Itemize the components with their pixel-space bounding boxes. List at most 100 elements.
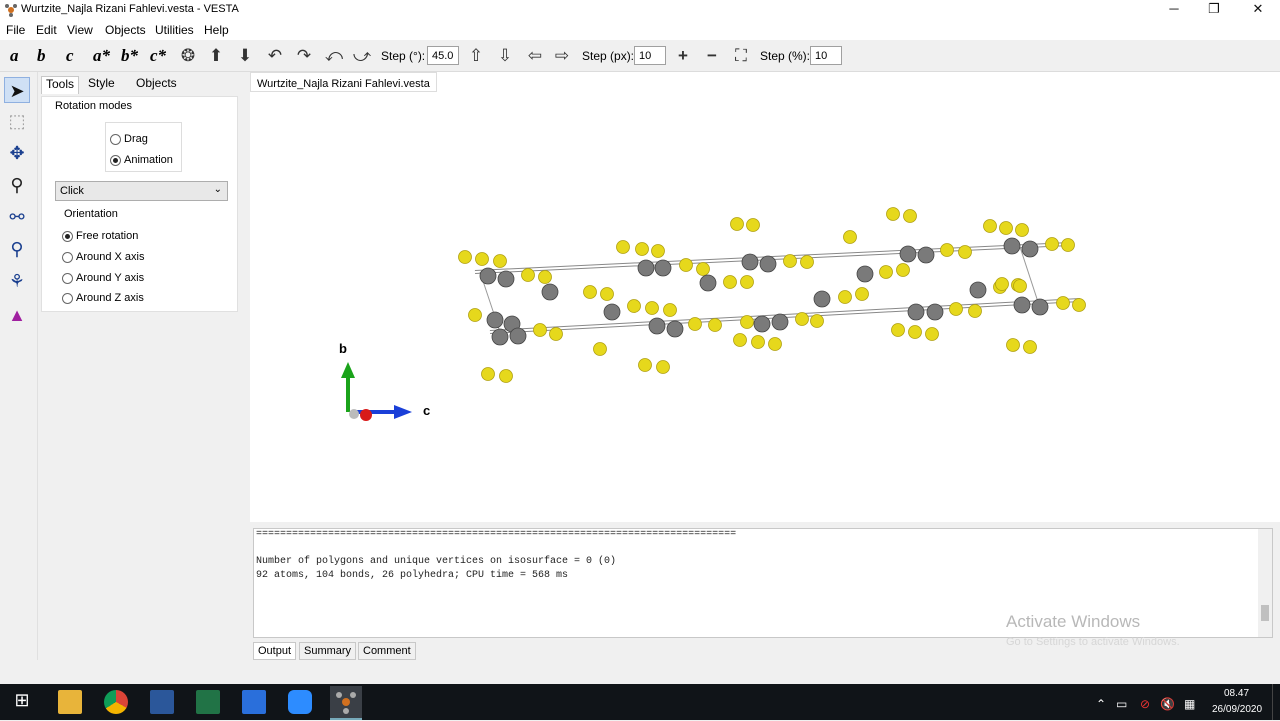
sulfur-atom[interactable] xyxy=(1061,238,1075,252)
sulfur-atom[interactable] xyxy=(708,318,722,332)
zinc-atom[interactable] xyxy=(497,270,515,288)
word-icon[interactable] xyxy=(150,690,174,714)
sulfur-atom[interactable] xyxy=(521,268,535,282)
zinc-atom[interactable] xyxy=(741,253,759,271)
tray-language-icon[interactable]: ▦ xyxy=(1184,697,1195,711)
rotate-left-icon[interactable]: ↶ xyxy=(265,46,285,66)
sulfur-atom[interactable] xyxy=(751,335,765,349)
windows-start-icon[interactable]: ⊞ xyxy=(10,690,34,714)
sulfur-atom[interactable] xyxy=(903,209,917,223)
sulfur-atom[interactable] xyxy=(696,262,710,276)
free-rotation-radio[interactable] xyxy=(62,231,73,242)
select-tool-icon[interactable]: ➤ xyxy=(4,77,30,103)
around-z-radio[interactable] xyxy=(62,293,73,304)
minimize-button[interactable]: ─ xyxy=(1156,0,1192,20)
sulfur-atom[interactable] xyxy=(983,219,997,233)
document-tab[interactable]: Wurtzite_Najla Rizani Fahlevi.vesta xyxy=(250,72,437,92)
vesta-taskbar-icon[interactable] xyxy=(330,686,362,720)
sulfur-atom[interactable] xyxy=(1015,223,1029,237)
view-along-a-star-button[interactable]: a* xyxy=(93,46,110,66)
tab-tools[interactable]: Tools xyxy=(41,76,80,94)
tab-comment[interactable]: Comment xyxy=(358,642,416,660)
menu-view[interactable]: View xyxy=(67,23,93,37)
sulfur-atom[interactable] xyxy=(533,323,547,337)
view-along-a-button[interactable]: a xyxy=(10,46,19,66)
select-region-icon[interactable]: ⬚ xyxy=(4,108,30,134)
view-along-b-star-button[interactable]: b* xyxy=(121,46,138,66)
restore-button[interactable]: ❐ xyxy=(1196,0,1232,20)
sulfur-atom[interactable] xyxy=(538,270,552,284)
zinc-atom[interactable] xyxy=(771,313,789,331)
rotate-down-icon[interactable]: ⬇ xyxy=(235,46,255,66)
dihedral-tool-icon[interactable]: ⚘ xyxy=(4,268,30,294)
document-app-icon[interactable] xyxy=(242,690,266,714)
sulfur-atom[interactable] xyxy=(886,207,900,221)
sulfur-atom[interactable] xyxy=(949,302,963,316)
menu-help[interactable]: Help xyxy=(204,23,229,37)
zinc-atom[interactable] xyxy=(509,327,527,345)
zoom-out-icon[interactable]: − xyxy=(702,46,722,66)
sulfur-atom[interactable] xyxy=(481,367,495,381)
sulfur-atom[interactable] xyxy=(733,333,747,347)
sulfur-atom[interactable] xyxy=(1056,296,1070,310)
around-x-radio[interactable] xyxy=(62,252,73,263)
sulfur-atom[interactable] xyxy=(723,275,737,289)
close-button[interactable]: ✕ xyxy=(1240,0,1276,20)
excel-icon[interactable] xyxy=(196,690,220,714)
step-pct-input[interactable] xyxy=(810,46,842,65)
sulfur-atom[interactable] xyxy=(740,315,754,329)
view-along-c-button[interactable]: c xyxy=(66,46,74,66)
menu-utilities[interactable]: Utilities xyxy=(155,23,194,37)
sulfur-atom[interactable] xyxy=(730,217,744,231)
sulfur-atom[interactable] xyxy=(843,230,857,244)
sulfur-atom[interactable] xyxy=(800,255,814,269)
step-px-input[interactable] xyxy=(634,46,666,65)
translate-up-icon[interactable]: ⇧ xyxy=(466,46,486,66)
zinc-atom[interactable] xyxy=(1031,298,1049,316)
sulfur-atom[interactable] xyxy=(896,263,910,277)
menu-objects[interactable]: Objects xyxy=(105,23,146,37)
zinc-atom[interactable] xyxy=(666,320,684,338)
zinc-atom[interactable] xyxy=(541,283,559,301)
zinc-atom[interactable] xyxy=(1003,237,1021,255)
sulfur-atom[interactable] xyxy=(768,337,782,351)
sulfur-atom[interactable] xyxy=(616,240,630,254)
sulfur-atom[interactable] xyxy=(549,327,563,341)
sulfur-atom[interactable] xyxy=(1023,340,1037,354)
click-mode-select[interactable]: Click ⌄ xyxy=(55,181,228,201)
sulfur-atom[interactable] xyxy=(855,287,869,301)
sulfur-atom[interactable] xyxy=(810,314,824,328)
sulfur-atom[interactable] xyxy=(999,221,1013,235)
sulfur-atom[interactable] xyxy=(795,312,809,326)
zinc-atom[interactable] xyxy=(491,328,509,346)
sulfur-atom[interactable] xyxy=(468,308,482,322)
tab-summary[interactable]: Summary xyxy=(299,642,357,660)
sulfur-atom[interactable] xyxy=(1072,298,1086,312)
zinc-atom[interactable] xyxy=(856,265,874,283)
tab-objects[interactable]: Objects xyxy=(132,76,181,94)
translate-down-icon[interactable]: ⇩ xyxy=(495,46,515,66)
sulfur-atom[interactable] xyxy=(583,285,597,299)
zinc-atom[interactable] xyxy=(637,259,655,277)
view-along-c-star-button[interactable]: c* xyxy=(150,46,166,66)
drag-radio[interactable] xyxy=(110,134,121,145)
zinc-atom[interactable] xyxy=(486,311,504,329)
rotate-cw-icon[interactable]: ⤻ xyxy=(352,46,372,66)
sulfur-atom[interactable] xyxy=(600,287,614,301)
sulfur-atom[interactable] xyxy=(493,254,507,268)
sulfur-atom[interactable] xyxy=(968,304,982,318)
distance-tool-icon[interactable]: ⚯ xyxy=(4,204,30,230)
clock-time[interactable]: 08.47 xyxy=(1224,688,1249,699)
view-along-b-button[interactable]: b xyxy=(37,46,46,66)
zinc-atom[interactable] xyxy=(926,303,944,321)
standard-orientation-icon[interactable]: ❂ xyxy=(178,46,198,66)
sulfur-atom[interactable] xyxy=(746,218,760,232)
scrollbar-thumb[interactable] xyxy=(1261,605,1269,621)
sulfur-atom[interactable] xyxy=(651,244,665,258)
menu-edit[interactable]: Edit xyxy=(36,23,57,37)
tray-chevron-icon[interactable]: ⌃ xyxy=(1096,697,1106,711)
zinc-atom[interactable] xyxy=(699,274,717,292)
sulfur-atom[interactable] xyxy=(995,277,1009,291)
zinc-atom[interactable] xyxy=(654,259,672,277)
zinc-atom[interactable] xyxy=(1021,240,1039,258)
